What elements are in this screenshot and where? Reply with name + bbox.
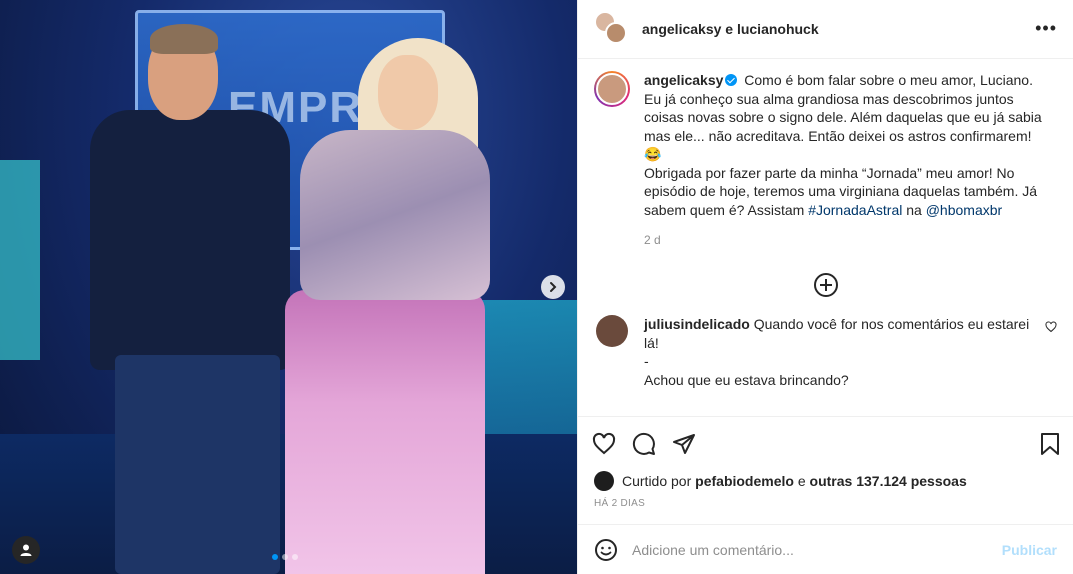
verified-icon <box>725 74 738 86</box>
caption-time: 2 d <box>644 233 661 247</box>
stage-light <box>0 160 40 360</box>
likes-summary: Curtido por pefabiodemelo e outras 137.1… <box>578 470 1073 492</box>
more-options-button[interactable]: ••• <box>1035 18 1057 39</box>
man-figure <box>90 110 290 370</box>
share-button[interactable] <box>672 432 696 456</box>
heart-icon <box>592 432 616 454</box>
carousel-dot <box>292 554 298 560</box>
caption-username[interactable]: angelicaksy <box>644 72 723 88</box>
woman-face <box>378 55 438 130</box>
mention-link[interactable]: @hbomaxbr <box>926 202 1002 218</box>
likes-user[interactable]: pefabiodemelo <box>695 473 794 489</box>
comment-line-3: Achou que eu estava brincando? <box>644 371 849 388</box>
carousel-dot <box>282 554 288 560</box>
carousel-dots <box>272 554 298 560</box>
post-photo[interactable]: EMPRE <box>0 0 577 574</box>
avatar <box>605 22 627 44</box>
comments-area[interactable]: angelicaksy Como é bom falar sobre o meu… <box>578 59 1073 416</box>
like-comment-button[interactable] <box>1045 321 1057 333</box>
save-button[interactable] <box>1039 432 1061 456</box>
chevron-right-icon <box>550 282 557 292</box>
emoji-icon <box>595 538 617 561</box>
avatar[interactable] <box>594 471 614 491</box>
add-comment-bar: Publicar <box>578 524 1073 574</box>
carousel-dot <box>272 554 278 560</box>
collab-avatars[interactable] <box>594 11 630 47</box>
man-jeans <box>115 355 280 574</box>
post-actions <box>578 416 1073 470</box>
load-more-comments <box>594 273 1057 297</box>
man-hair <box>150 24 218 54</box>
hashtag-link[interactable]: #JornadaAstral <box>808 202 902 218</box>
emoji-button[interactable] <box>594 538 618 562</box>
comment-button[interactable] <box>632 432 656 456</box>
comment-text: juliusindelicado Quando você for nos com… <box>644 315 1034 389</box>
woman-dress-top <box>300 130 490 300</box>
plus-circle-icon[interactable] <box>813 273 838 297</box>
caption-text-3: na <box>902 201 926 218</box>
bookmark-icon <box>1041 433 1059 455</box>
post-authors[interactable]: angelicaksy e lucianohuck <box>642 21 819 37</box>
tagged-users-button[interactable] <box>12 536 40 564</box>
next-photo-button[interactable] <box>541 275 565 299</box>
comment-line-2: - <box>644 353 649 369</box>
post-caption: angelicaksy Como é bom falar sobre o meu… <box>594 71 1057 219</box>
post-header: angelicaksy e lucianohuck ••• <box>578 0 1073 59</box>
comment-avatar[interactable] <box>596 315 628 347</box>
publish-button[interactable]: Publicar <box>1002 542 1057 558</box>
comment-icon <box>632 432 655 455</box>
comment-input[interactable] <box>632 541 1002 558</box>
post-date[interactable]: HÁ 2 DIAS <box>578 492 1073 524</box>
caption-avatar[interactable] <box>594 71 630 107</box>
likes-middle: e <box>797 473 806 489</box>
woman-dress-skirt <box>285 290 485 574</box>
send-icon <box>673 433 695 454</box>
like-button[interactable] <box>592 432 616 456</box>
likes-prefix: Curtido por <box>622 473 692 489</box>
comment-username[interactable]: juliusindelicado <box>644 316 750 332</box>
user-icon <box>20 544 32 556</box>
comment-item: juliusindelicado Quando você for nos com… <box>594 315 1057 389</box>
caption-text: angelicaksy Como é bom falar sobre o meu… <box>644 71 1044 219</box>
likes-others[interactable]: outras 137.124 pessoas <box>810 473 967 489</box>
heart-icon <box>1045 321 1057 333</box>
post-details-panel: angelicaksy e lucianohuck ••• angelicaks… <box>577 0 1073 574</box>
